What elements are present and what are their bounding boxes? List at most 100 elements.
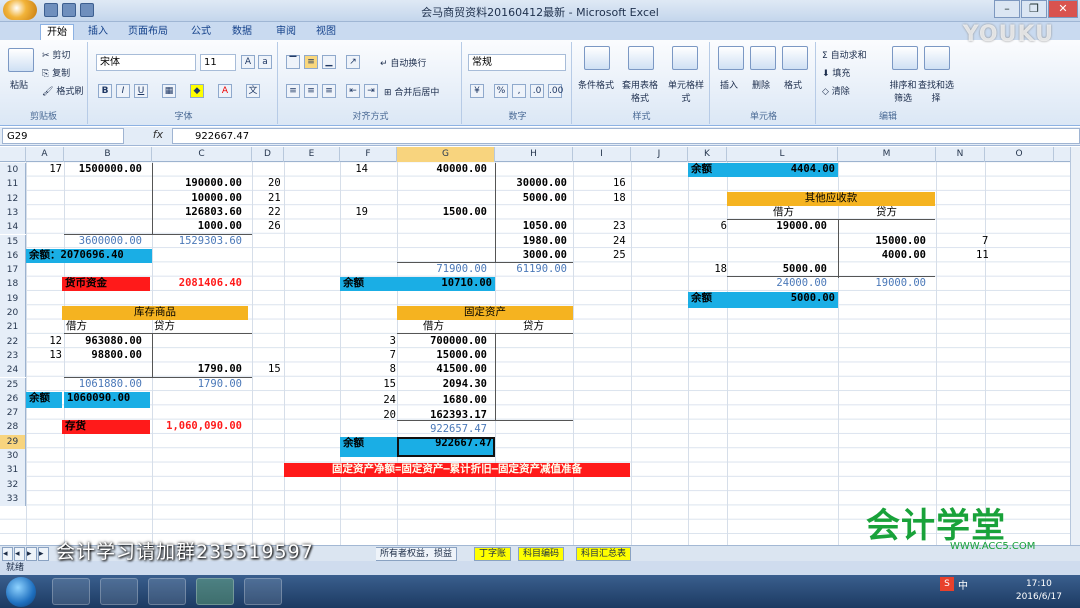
cut-button[interactable]: ✂ 剪切 xyxy=(42,48,70,61)
orientation-icon[interactable]: ↗ xyxy=(346,55,360,69)
find-select-icon[interactable] xyxy=(924,46,950,70)
grow-font-icon[interactable]: A xyxy=(241,55,255,69)
cell-i14[interactable]: 23 xyxy=(613,220,641,233)
tab-page-layout[interactable]: 页面布局 xyxy=(122,24,174,40)
font-color-icon[interactable]: A xyxy=(218,84,232,98)
cell-b15[interactable]: 3600000.00 xyxy=(64,235,142,248)
cell-m16[interactable]: 4000.00 xyxy=(838,249,926,262)
cell-b18_label[interactable]: 货币资金 xyxy=(62,277,150,292)
row-header-24[interactable]: 24 xyxy=(0,363,26,378)
minimize-icon[interactable]: – xyxy=(994,0,1020,18)
column-header-j[interactable]: J xyxy=(631,147,688,162)
cell-c14[interactable]: 1000.00 xyxy=(152,220,242,233)
ime-mode[interactable]: 中 xyxy=(958,577,968,592)
sort-filter-icon[interactable] xyxy=(892,46,918,70)
table-format-button[interactable]: 套用表格格式 xyxy=(620,78,660,104)
merge-center-button[interactable]: ⊞ 合并后居中 xyxy=(384,85,439,98)
column-header-g[interactable]: G xyxy=(397,147,495,162)
cell-c25[interactable]: 1790.00 xyxy=(152,378,242,391)
cell-g28[interactable]: 922657.47 xyxy=(397,423,487,436)
copy-button[interactable]: ⎘ 复制 xyxy=(42,66,70,79)
insert-cells-button[interactable]: 插入 xyxy=(720,78,738,91)
cell-i15[interactable]: 24 xyxy=(613,235,641,248)
border-icon[interactable]: ▦ xyxy=(162,84,176,98)
currency-icon[interactable]: ¥ xyxy=(470,84,484,98)
tab-review[interactable]: 审阅 xyxy=(270,24,302,40)
cell-b22[interactable]: 963080.00 xyxy=(64,335,142,348)
fx-icon[interactable]: fx xyxy=(150,128,166,144)
row-header-23[interactable]: 23 xyxy=(0,348,26,364)
font-name-select[interactable]: 宋体 xyxy=(96,54,196,71)
cell-m15[interactable]: 15000.00 xyxy=(838,235,926,248)
cell-inv_title[interactable]: 库存商品 xyxy=(62,306,248,320)
column-header-d[interactable]: D xyxy=(252,147,284,162)
cell-n16[interactable]: 11 xyxy=(976,249,1030,262)
increase-decimal-icon[interactable]: .0 xyxy=(530,84,544,98)
tab-home[interactable]: 开始 xyxy=(40,24,74,40)
recorder-icon[interactable] xyxy=(244,578,282,605)
row-header-31[interactable]: 31 xyxy=(0,463,26,478)
cell-fa_debit[interactable]: 借方 xyxy=(423,320,483,333)
find-select-button[interactable]: 查找和选择 xyxy=(918,78,954,104)
conditional-format-icon[interactable] xyxy=(584,46,610,70)
cell-k17[interactable]: 18 xyxy=(688,263,727,276)
cell-f25[interactable]: 15 xyxy=(340,378,396,391)
format-cells-icon[interactable] xyxy=(782,46,808,70)
format-painter-button[interactable]: 🖌 格式刷 xyxy=(42,84,83,97)
column-header-b[interactable]: B xyxy=(64,147,152,162)
align-center-icon[interactable]: ≡ xyxy=(304,84,318,98)
column-header-o[interactable]: O xyxy=(985,147,1054,162)
wrap-text-button[interactable]: ↵ 自动换行 xyxy=(380,56,426,69)
cell-g13[interactable]: 1500.00 xyxy=(397,206,487,219)
cell-h14[interactable]: 1050.00 xyxy=(495,220,567,233)
formula-input[interactable]: 922667.47 xyxy=(172,128,1080,144)
tab-formulas[interactable]: 公式 xyxy=(185,24,217,40)
cell-f13[interactable]: 19 xyxy=(340,206,368,219)
cell-g26[interactable]: 1680.00 xyxy=(397,394,487,407)
cell-h17[interactable]: 61190.00 xyxy=(495,263,567,276)
cell-g18[interactable]: 10710.00 xyxy=(397,277,495,292)
tab-view[interactable]: 视图 xyxy=(310,24,342,40)
sheet-tab-account-codes[interactable]: 科目编码 xyxy=(518,547,565,561)
clear-button[interactable]: ◇ 清除 xyxy=(822,84,850,97)
align-middle-icon[interactable]: ≡ xyxy=(304,55,318,69)
row-header-14[interactable]: 14 xyxy=(0,220,26,235)
row-header-20[interactable]: 20 xyxy=(0,306,26,321)
row-header-10[interactable]: 10 xyxy=(0,163,26,178)
cell-g22[interactable]: 700000.00 xyxy=(397,335,487,348)
explorer-icon[interactable] xyxy=(100,578,138,605)
delete-cells-icon[interactable] xyxy=(750,46,776,70)
column-header-f[interactable]: F xyxy=(340,147,397,162)
cell-red_banner[interactable]: 固定资产净额=固定资产—累计折旧—固定资产减值准备 xyxy=(284,463,630,478)
close-icon[interactable]: ✕ xyxy=(1048,0,1078,18)
row-header-18[interactable]: 18 xyxy=(0,277,26,292)
row-header-11[interactable]: 11 xyxy=(0,177,26,192)
cell-i16[interactable]: 25 xyxy=(613,249,641,262)
row-header-12[interactable]: 12 xyxy=(0,191,26,206)
delete-cells-button[interactable]: 删除 xyxy=(752,78,770,91)
cell-k10[interactable]: 余额 xyxy=(688,163,727,177)
cell-d14[interactable]: 26 xyxy=(268,220,298,233)
phonetic-icon[interactable]: 文 xyxy=(246,84,260,98)
cell-f26[interactable]: 24 xyxy=(340,394,396,407)
cell-c13[interactable]: 126803.60 xyxy=(152,206,242,219)
cell-style-button[interactable]: 单元格样式 xyxy=(668,78,704,104)
column-header-h[interactable]: H xyxy=(495,147,573,162)
cell-d12[interactable]: 21 xyxy=(268,192,298,205)
cell-oth_debit[interactable]: 借方 xyxy=(773,206,823,219)
tab-data[interactable]: 数据 xyxy=(226,24,258,40)
cell-b23[interactable]: 98800.00 xyxy=(64,349,142,362)
percent-icon[interactable]: % xyxy=(494,84,508,98)
cell-f29[interactable]: 余额 xyxy=(340,436,397,457)
prev-sheet-icon[interactable]: ◂ xyxy=(14,547,25,561)
cell-h12[interactable]: 5000.00 xyxy=(495,192,567,205)
cell-d24[interactable]: 15 xyxy=(268,363,298,376)
row-header-29[interactable]: 29 xyxy=(0,434,26,449)
row-header-28[interactable]: 28 xyxy=(0,420,26,435)
row-header-33[interactable]: 33 xyxy=(0,491,26,507)
sheet-tab-t-account[interactable]: 丁字账 xyxy=(474,547,512,561)
format-cells-button[interactable]: 格式 xyxy=(784,78,802,91)
row-header-30[interactable]: 30 xyxy=(0,449,26,464)
select-all-corner[interactable] xyxy=(0,147,26,162)
row-header-19[interactable]: 19 xyxy=(0,291,26,306)
